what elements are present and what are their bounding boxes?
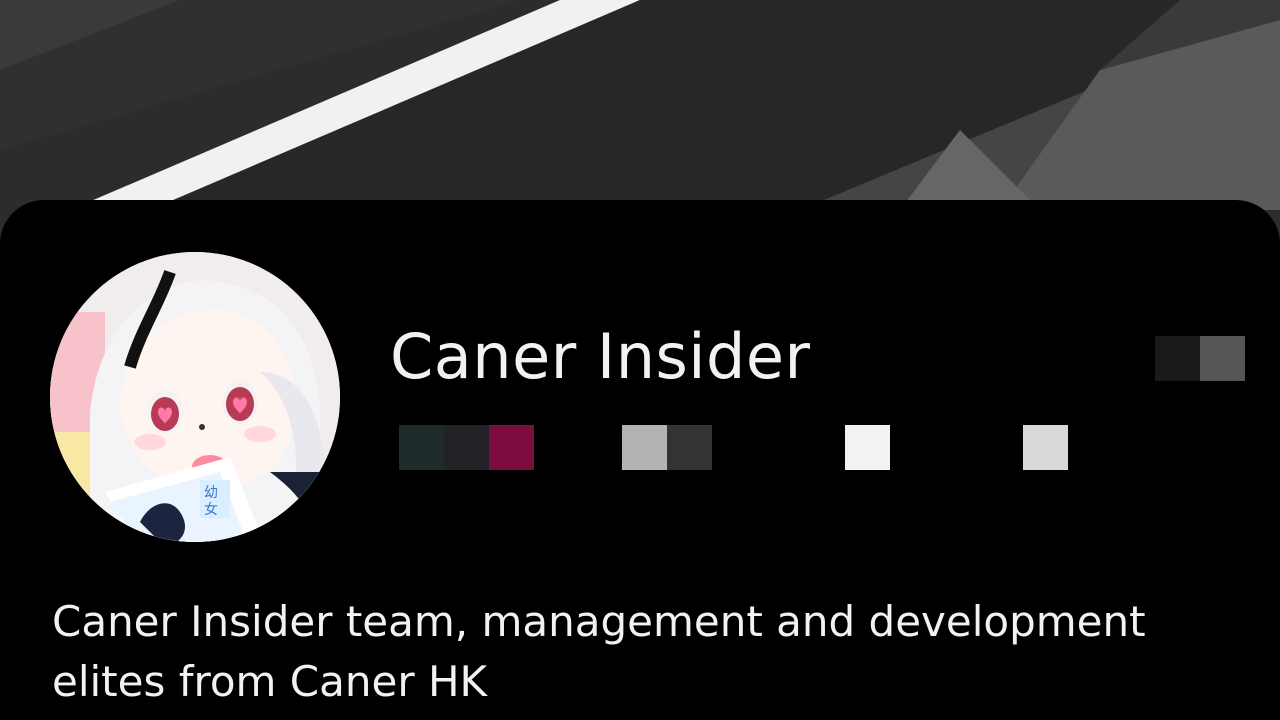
redacted-stat-3[interactable]	[845, 425, 890, 470]
redacted-stat-2[interactable]	[622, 425, 712, 470]
redaction-pixel	[845, 425, 890, 470]
redacted-action-button[interactable]	[1155, 336, 1245, 381]
avatar[interactable]: 幼 女	[50, 252, 340, 542]
profile-page: 幼 女 Caner Insider Caner Insider team, ma…	[0, 0, 1280, 720]
svg-text:女: 女	[204, 501, 218, 518]
redaction-pixel	[1023, 425, 1068, 470]
redaction-pixel	[1155, 336, 1200, 381]
redaction-pixel	[444, 425, 489, 470]
redaction-pixel	[622, 425, 667, 470]
profile-bio: Caner Insider team, management and devel…	[52, 597, 1146, 706]
profile-name: Caner Insider	[390, 320, 811, 393]
redacted-stat-1[interactable]	[399, 425, 534, 470]
redaction-pixel	[399, 425, 444, 470]
svg-text:幼: 幼	[204, 485, 218, 501]
redaction-pixel	[667, 425, 712, 470]
redaction-pixel	[1200, 336, 1245, 381]
profile-card: 幼 女 Caner Insider Caner Insider team, ma…	[0, 200, 1280, 720]
redaction-pixel	[489, 425, 534, 470]
redacted-stat-4[interactable]	[1023, 425, 1068, 470]
